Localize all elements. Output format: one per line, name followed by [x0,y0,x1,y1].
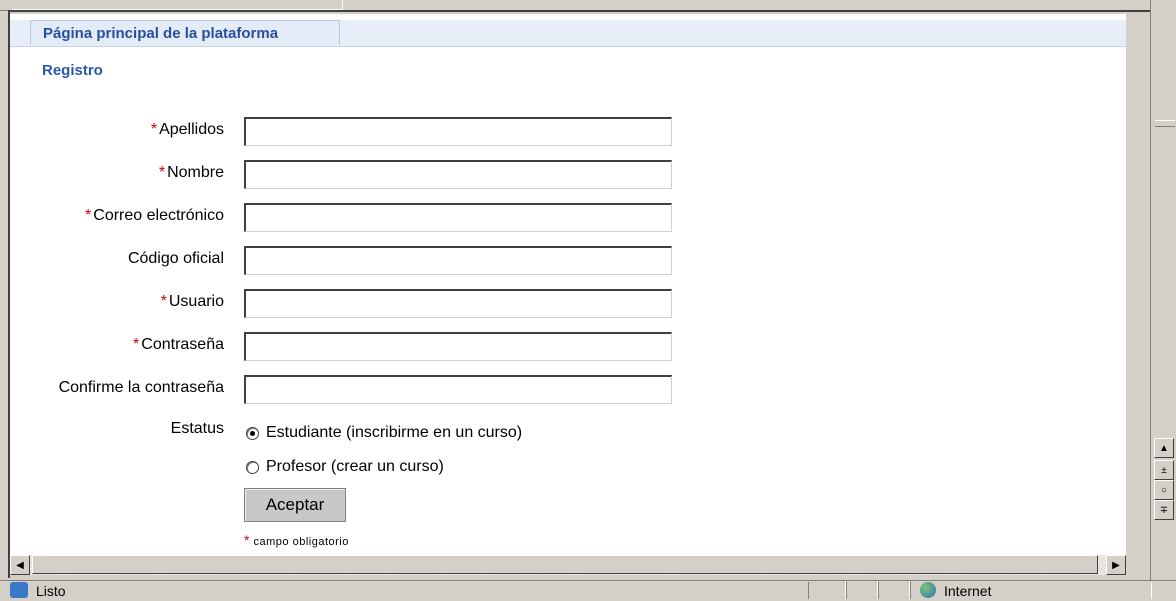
ie-page-icon [10,582,28,598]
label-text: Correo electrónico [93,207,224,224]
radio-selected-icon[interactable] [246,426,259,440]
password-input[interactable] [244,332,672,361]
page-content: Página principal de la plataforma Regist… [10,14,1126,555]
label-text: Código oficial [127,250,224,267]
panel-grip[interactable] [1155,120,1175,127]
status-label: Estatus [170,420,224,437]
label-text: Contraseña [141,336,224,353]
email-input[interactable] [244,203,672,232]
field-row-confirm: Confirme la contraseña [10,375,710,405]
usuario-input[interactable] [244,289,672,318]
horizontal-scrollbar[interactable]: ◀ ▶ [10,555,1126,575]
field-label: Código oficial [10,250,224,268]
field-label: * Contraseña [10,336,224,354]
field-label: * Usuario [10,293,224,311]
radio-label: Profesor (crear un curso) [266,458,444,475]
required-marker: * [158,164,166,181]
field-row-apellidos: * Apellidos [10,117,710,147]
field-label: Confirme la contraseña [10,379,224,397]
required-marker: * [85,207,92,224]
label-text: Nombre [167,164,224,181]
required-marker: * [133,336,140,353]
field-row-nombre: * Nombre [10,160,710,190]
required-marker: * [244,532,250,548]
status-cell [846,582,878,599]
scroll-right-icon[interactable]: ▶ [1106,555,1126,575]
confirm-password-input[interactable] [244,375,672,404]
field-label: * Correo electrónico [10,207,224,225]
aceptar-button[interactable]: Aceptar [244,488,346,522]
required-marker: * [150,121,158,138]
scroll-left-icon[interactable]: ◀ [10,555,30,575]
top-tab-edge [12,0,343,10]
apellidos-input[interactable] [244,117,672,146]
horizontal-scroll-thumb[interactable] [32,555,1098,574]
radio-label: Estudiante (inscribirme en un curso) [266,424,523,441]
status-cell [878,582,910,599]
panel-scroll-bottom-icon[interactable]: ∓ [1154,500,1174,520]
nombre-input[interactable] [244,160,672,189]
panel-scroll-up-icon[interactable]: ▲ [1154,438,1174,458]
page-title: Registro [42,62,103,79]
panel-scroll-mid-icon[interactable]: ○ [1154,480,1174,500]
zone-text: Internet [944,583,992,599]
field-row-usuario: * Usuario [10,289,710,319]
status-bar: Listo Internet [0,580,1176,601]
codigo-oficial-input[interactable] [244,246,672,275]
label-text: Confirme la contraseña [58,379,224,396]
field-row-contrasena: * Contraseña [10,332,710,362]
radio-profesor[interactable]: Profesor (crear un curso) [246,458,444,476]
label-text: Apellidos [159,121,224,138]
tab-home[interactable]: Página principal de la plataforma [30,20,340,45]
status-cell [808,582,846,599]
required-marker: * [160,293,167,310]
field-row-codigo: Código oficial [10,246,710,276]
label-text: Usuario [168,293,224,310]
field-row-correo: * Correo electrónico [10,203,710,233]
required-note-text: campo obligatorio [253,536,349,548]
globe-icon [920,582,936,598]
status-text: Listo [36,583,66,599]
field-label: * Nombre [10,164,224,182]
required-note: * campo obligatorio [244,532,349,548]
panel-scroll-top-icon[interactable]: ± [1154,460,1174,480]
radio-unselected-icon[interactable] [246,460,259,474]
field-label: * Apellidos [10,121,224,139]
radio-estudiante[interactable]: Estudiante (inscribirme en un curso) [246,424,522,442]
side-panel: ▲ ± ○ ∓ [1150,0,1176,600]
